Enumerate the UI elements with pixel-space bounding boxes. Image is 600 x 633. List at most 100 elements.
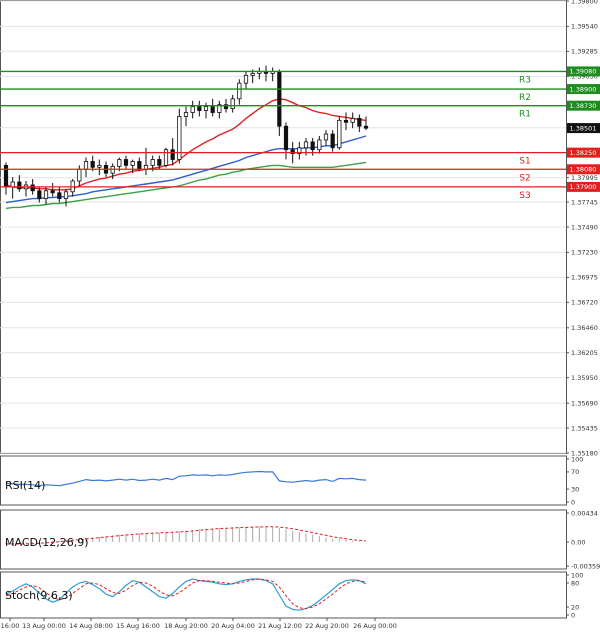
candle-body — [170, 149, 175, 160]
price-tick-label: 1.37490 — [571, 223, 598, 231]
time-tick-label: 18 Aug 20:00 — [164, 622, 208, 630]
indicator-tick-label: 20 — [571, 603, 579, 611]
price-tick-label: 1.39540 — [571, 23, 598, 31]
candle-body — [197, 106, 202, 111]
level-price-label: 1.38080 — [570, 166, 597, 174]
indicator-name: RSI(14) — [5, 479, 45, 492]
candle-bullish — [337, 116, 342, 150]
candle-body — [77, 168, 82, 182]
price-tick-label: 1.36460 — [571, 324, 598, 332]
time-tick-label: 20 Aug 04:00 — [211, 622, 255, 630]
candle-body — [63, 191, 69, 200]
macd-panel: 0.00434 0.00 -0.003592 MACD(12,26,9) — [0, 509, 600, 570]
indicator-tick-label: 80 — [571, 579, 579, 587]
candle-body — [250, 72, 255, 76]
candle-body — [130, 161, 135, 166]
candle-body — [363, 125, 369, 129]
candle-body — [350, 118, 355, 123]
candle-body — [283, 125, 289, 151]
candle-body — [157, 159, 162, 166]
candle-body — [97, 164, 102, 168]
price-tick-label: 1.37995 — [571, 174, 598, 182]
price-tick-label: 1.36975 — [571, 274, 598, 282]
candle-bullish — [177, 108, 182, 164]
price-panel: 1.398001.395401.392851.390301.385051.379… — [0, 0, 600, 457]
candle-body — [43, 190, 49, 200]
candle-body — [190, 106, 195, 113]
candle-body — [150, 159, 155, 166]
level-tag-r1: R1 — [519, 110, 531, 120]
candle-body — [203, 106, 209, 111]
candle-body — [83, 161, 89, 170]
price-tick-label: 1.39285 — [571, 48, 598, 56]
candle-bearish — [277, 69, 282, 137]
indicator-tick-label: 100 — [571, 571, 583, 579]
level-price-label: 1.39080 — [570, 68, 597, 76]
candle-bullish — [163, 147, 169, 168]
indicator-tick-label: -0.003592 — [571, 562, 600, 570]
time-tick-label: 22 Aug 20:00 — [305, 622, 349, 630]
time-tick-label: 16:00 — [1, 622, 20, 630]
level-tag-s1: S1 — [519, 157, 530, 167]
candle-body — [210, 106, 215, 113]
price-tick-label: 1.39800 — [571, 0, 598, 5]
candle-body — [237, 82, 242, 100]
level-tag-r3: R3 — [519, 75, 531, 85]
current-price-label: 1.38501 — [570, 124, 597, 132]
candle-body — [17, 181, 22, 190]
indicator-tick-label: 0.00434 — [571, 509, 598, 517]
price-tick-label: 1.37230 — [571, 249, 598, 257]
indicator-tick-label: 0.00 — [571, 538, 585, 546]
candle-body — [303, 141, 309, 149]
time-tick-label: 13 Aug 00:00 — [22, 622, 66, 630]
level-tag-r2: R2 — [519, 93, 531, 103]
candle-body — [330, 133, 335, 149]
level-price-label: 1.38250 — [570, 149, 597, 157]
level-tag-s2: S2 — [519, 173, 530, 183]
indicator-frame — [0, 455, 567, 506]
indicator-tick-label: 30 — [571, 485, 579, 493]
level-tag-s3: S3 — [519, 191, 530, 201]
indicator-tick-label: 0 — [571, 498, 575, 506]
indicator-name: Stoch(9,6,3) — [5, 589, 73, 602]
candle-body — [357, 118, 362, 127]
candle-body — [3, 164, 9, 188]
level-price-label: 1.38900 — [570, 85, 597, 93]
candle-body — [243, 74, 249, 84]
candle-body — [50, 190, 55, 194]
price-tick-label: 1.36720 — [571, 299, 598, 307]
time-tick-label: 15 Aug 16:00 — [116, 622, 160, 630]
level-price-label: 1.38730 — [570, 102, 597, 110]
candle-body — [310, 141, 315, 151]
indicator-name: MACD(12,26,9) — [5, 536, 89, 549]
time-tick-label: 26 Aug 00:00 — [353, 622, 397, 630]
candle-body — [183, 112, 189, 117]
candle-body — [123, 159, 129, 166]
candle-body — [337, 119, 342, 149]
indicator-tick-label: 70 — [571, 468, 579, 476]
candle-body — [57, 192, 62, 200]
price-tick-label: 1.35435 — [571, 424, 598, 432]
candle-body — [30, 184, 35, 192]
candle-body — [10, 181, 15, 188]
price-tick-label: 1.35950 — [571, 374, 598, 382]
indicator-frame — [0, 571, 567, 619]
forex-chart: 1.398001.395401.392851.390301.385051.379… — [0, 0, 600, 633]
price-tick-label: 1.36205 — [571, 349, 598, 357]
stochastic-panel: 10080 200 Stoch(9,6,3) — [0, 571, 583, 619]
candle-body — [277, 71, 282, 127]
time-tick-label: 14 Aug 08:00 — [69, 622, 113, 630]
candle-body — [230, 98, 235, 110]
candle-body — [90, 161, 95, 168]
candle-body — [117, 159, 122, 167]
rsi-panel: 100 70 30 0 RSI(14) — [0, 455, 583, 506]
indicator-tick-label: 100 — [571, 455, 583, 463]
level-price-label: 1.37900 — [570, 183, 597, 191]
indicator-tick-label: 0 — [571, 611, 575, 619]
candle-body — [323, 133, 329, 141]
price-tick-label: 1.35690 — [571, 399, 598, 407]
candle-body — [137, 161, 142, 170]
candle-body — [37, 190, 42, 200]
candle-body — [317, 139, 322, 151]
candle-body — [343, 119, 349, 123]
